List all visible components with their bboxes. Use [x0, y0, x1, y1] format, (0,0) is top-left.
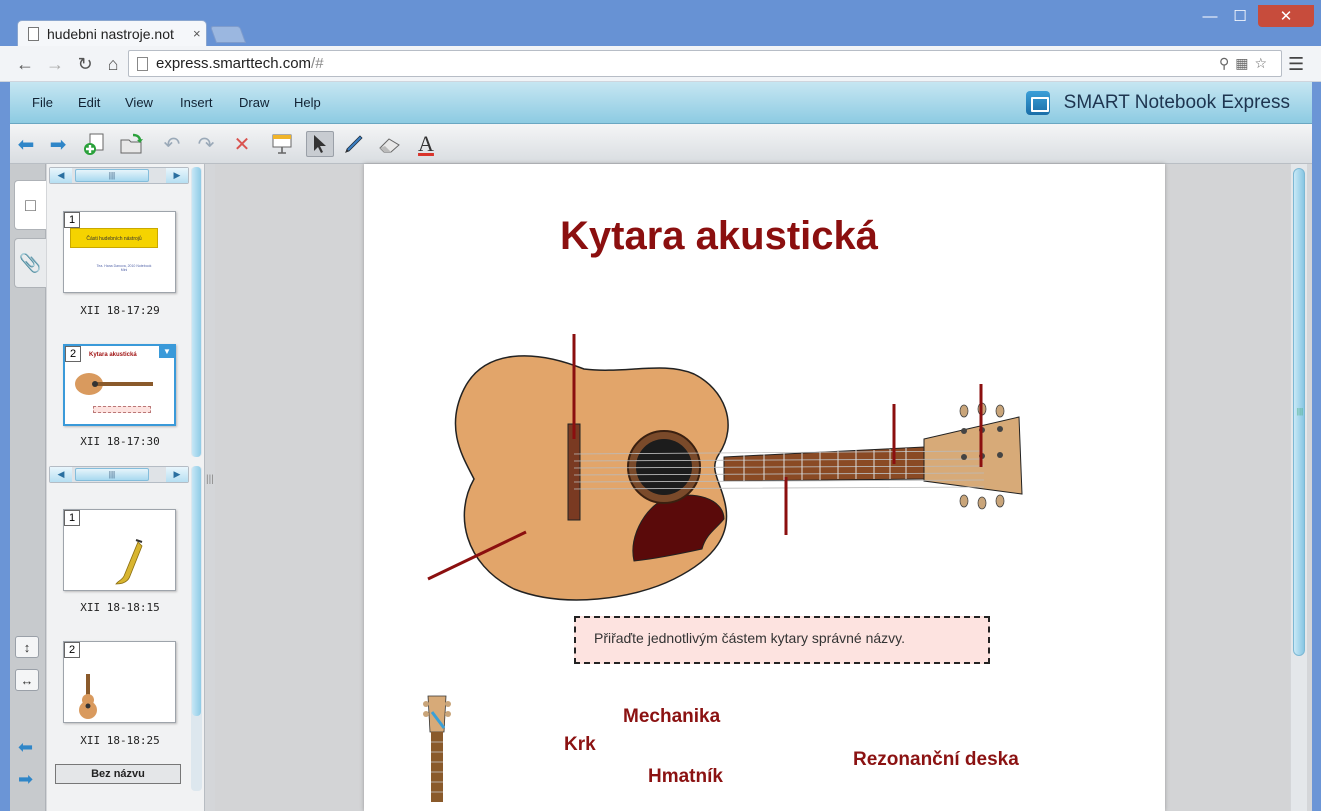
scroll-thumb[interactable]: |||: [75, 468, 149, 481]
label-mechanika[interactable]: Mechanika: [623, 706, 720, 728]
page-thumbnail[interactable]: 2: [63, 641, 176, 723]
label-hmatnik[interactable]: Hmatník: [648, 766, 723, 788]
home-icon[interactable]: ⌂: [102, 54, 124, 75]
add-page-icon[interactable]: [80, 131, 108, 157]
app-menubar: File Edit View Insert Draw Help SMART No…: [10, 82, 1312, 124]
page-sorter-icon: □: [25, 194, 36, 215]
thumbnail-number: 1: [64, 510, 80, 526]
menu-help[interactable]: Help: [294, 95, 321, 110]
browser-menu-icon[interactable]: ☰: [1288, 54, 1304, 75]
scroll-thumb[interactable]: |||: [75, 169, 149, 182]
horizontal-scrollbar[interactable]: ◀ ||| ▶: [49, 466, 189, 483]
reload-icon[interactable]: ↻: [74, 54, 96, 75]
thumbnail-time: XII 18-17:29: [80, 304, 160, 317]
back-icon[interactable]: ←: [14, 54, 36, 75]
label-rezonancni-deska[interactable]: Rezonanční deska: [853, 749, 1019, 771]
page-icon: [28, 26, 39, 41]
menu-draw[interactable]: Draw: [239, 95, 269, 110]
omnibox-actions[interactable]: ⚲▦☆: [1219, 55, 1273, 72]
tab-close-icon[interactable]: ×: [193, 26, 201, 41]
canvas-vertical-scrollbar[interactable]: |||: [1291, 164, 1307, 811]
notebook-page[interactable]: Kytara akustická Přiřaďte jednotlivým čá…: [364, 164, 1165, 811]
canvas-area: Kytara akustická Přiřaďte jednotlivým čá…: [215, 164, 1290, 811]
panel-resize-handle[interactable]: |||: [206, 474, 214, 485]
delete-icon[interactable]: ✕: [228, 131, 256, 157]
thumbnail-number: 1: [64, 212, 80, 228]
main-toolbar: ⬅ ➡ ↶ ↷ ✕ A: [10, 124, 1312, 164]
guitar-thumbnail-image: [75, 373, 153, 395]
menu-file[interactable]: File: [32, 95, 53, 110]
thumbnail-time: XII 18-17:30: [80, 435, 160, 448]
guitar-neck-image[interactable]: [422, 692, 452, 802]
browser-titlebar: hudebni nastroje.not × — ☐ ✕: [0, 0, 1321, 46]
maximize-button[interactable]: ☐: [1226, 5, 1254, 27]
expand-vertical-button[interactable]: ↕: [15, 636, 39, 658]
acoustic-guitar-image[interactable]: [424, 329, 1064, 609]
thumbnail-menu-icon[interactable]: ▼: [159, 344, 175, 358]
thumbnail-title: Kytara akustická: [89, 352, 137, 358]
page-icon: [137, 56, 148, 71]
thumbnail-time: XII 18-18:25: [80, 734, 160, 747]
app-brand: SMART Notebook Express: [1025, 91, 1290, 115]
close-window-button[interactable]: ✕: [1258, 5, 1314, 27]
translate-icon[interactable]: ▦: [1235, 55, 1254, 71]
menu-insert[interactable]: Insert: [180, 95, 213, 110]
screen-shade-icon[interactable]: [268, 131, 296, 157]
thumbnail-number: 2: [64, 642, 80, 658]
label-krk[interactable]: Krk: [564, 734, 596, 756]
redo-icon[interactable]: ↷: [192, 131, 220, 157]
scroll-right-icon[interactable]: ▶: [166, 467, 188, 482]
open-file-icon[interactable]: [118, 131, 146, 157]
thumbnail-title: Části hudebních nástrojů: [70, 228, 158, 248]
forward-arrow-icon[interactable]: ➡: [44, 131, 72, 157]
browser-tab[interactable]: hudebni nastroje.not ×: [17, 20, 207, 46]
side-tabs: □ 📎 ↕ ↔ ⬅ ➡: [10, 164, 46, 811]
page-sorter-panel: ◀ ||| ▶ 1 Části hudebních nástrojů Tea. …: [47, 164, 205, 811]
page-thumbnail[interactable]: 1 Části hudebních nástrojů Tea. Hana Dan…: [63, 211, 176, 293]
page-sorter-tab[interactable]: □: [14, 180, 46, 230]
scroll-left-icon[interactable]: ◀: [50, 168, 72, 183]
expand-horizontal-button[interactable]: ↔: [15, 669, 39, 691]
url-domain: express.smarttech.com: [156, 55, 312, 72]
pen-icon[interactable]: [340, 131, 368, 157]
brand-name: SMART Notebook Express: [1063, 92, 1290, 113]
smart-logo-icon: [1025, 91, 1050, 115]
menu-view[interactable]: View: [125, 95, 153, 110]
workspace: □ 📎 ↕ ↔ ⬅ ➡ ◀ ||| ▶ 1 Části hudebních ná…: [10, 164, 1312, 811]
thumbnail-subtitle: Tea. Hana Danova, 2010 Notebook Mini: [96, 264, 152, 272]
minimize-button[interactable]: —: [1196, 5, 1224, 27]
page-thumbnail[interactable]: 1: [63, 509, 176, 591]
scroll-thumb[interactable]: |||: [1293, 168, 1305, 656]
instruction-box[interactable]: Přiřaďte jednotlivým částem kytary správ…: [574, 616, 990, 664]
paperclip-icon: 📎: [19, 252, 42, 273]
new-tab-button[interactable]: [209, 26, 247, 43]
group-name-field[interactable]: Bez názvu: [55, 764, 181, 784]
scroll-right-icon[interactable]: ▶: [166, 168, 188, 183]
select-pointer-icon[interactable]: [306, 131, 334, 157]
saxophone-image: [115, 539, 143, 585]
url-path: /#: [311, 55, 324, 72]
forward-icon[interactable]: →: [44, 54, 66, 75]
address-bar[interactable]: express.smarttech.com/# ⚲▦☆: [128, 50, 1282, 77]
thumbnail-number: 2: [65, 346, 81, 362]
back-arrow-icon[interactable]: ⬅: [12, 131, 40, 157]
guitar-image: [79, 674, 97, 719]
page-title[interactable]: Kytara akustická: [364, 214, 1074, 259]
thumbnail-time: XII 18-18:15: [80, 601, 160, 614]
bookmark-star-icon[interactable]: ☆: [1254, 55, 1273, 71]
text-icon[interactable]: A: [412, 131, 440, 157]
browser-navbar: ← → ↻ ⌂ express.smarttech.com/# ⚲▦☆ ☰: [0, 46, 1321, 82]
undo-icon[interactable]: ↶: [158, 131, 186, 157]
horizontal-scrollbar[interactable]: ◀ ||| ▶: [49, 167, 189, 184]
thumbnail-instruction: [93, 406, 151, 413]
menu-edit[interactable]: Edit: [78, 95, 100, 110]
attachments-tab[interactable]: 📎: [14, 238, 46, 288]
eraser-icon[interactable]: [376, 131, 404, 157]
tab-title: hudebni nastroje.not: [47, 25, 174, 42]
panel-right-arrow-icon[interactable]: ➡: [18, 769, 33, 790]
zoom-icon[interactable]: ⚲: [1219, 55, 1235, 71]
panel-left-arrow-icon[interactable]: ⬅: [18, 737, 33, 758]
scroll-left-icon[interactable]: ◀: [50, 467, 72, 482]
